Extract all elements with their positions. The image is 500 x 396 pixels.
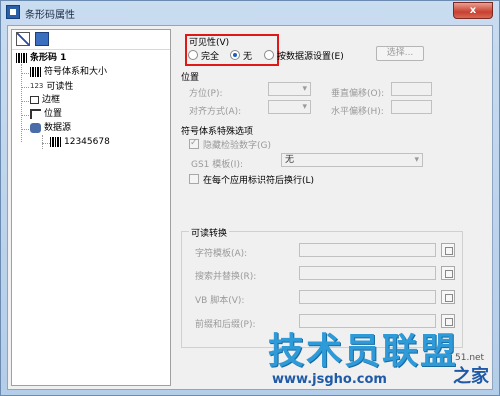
- radio-by-source[interactable]: [264, 50, 274, 60]
- watermark-url: www.jsgho.com: [272, 372, 387, 387]
- search-replace-input[interactable]: [299, 266, 436, 280]
- tree-connector: [21, 115, 29, 116]
- tree-connector: [42, 143, 50, 144]
- visibility-heading: 可见性(V): [189, 38, 230, 48]
- watermark-cn: 之家: [453, 366, 489, 387]
- gs1-template-value: 无: [285, 155, 295, 165]
- radio-none-label: 无: [243, 52, 253, 62]
- vb-script-label: VB 脚本(V):: [195, 296, 245, 306]
- prefix-suffix-label: 前缀和后缀(P):: [195, 320, 256, 330]
- h-offset-label: 水平偏移(H):: [331, 107, 384, 117]
- position-icon: [30, 108, 41, 119]
- title-bar: 条形码属性 x: [1, 1, 499, 23]
- database-icon: [30, 122, 41, 133]
- tree-item-label: 边框: [42, 95, 61, 105]
- newline-after-ai-label: 在每个应用标识符后换行(L): [203, 176, 315, 186]
- readable-heading: 可读转换: [189, 226, 230, 239]
- select-button[interactable]: 选择...: [376, 46, 424, 61]
- tree-item-barcode[interactable]: 条形码 1: [16, 52, 66, 65]
- h-offset-input[interactable]: [391, 100, 432, 114]
- tree-connector: [21, 73, 29, 74]
- alignment-dropdown[interactable]: [268, 100, 311, 114]
- tree-item-border[interactable]: 边框: [30, 94, 60, 107]
- tree-item-datasource[interactable]: 数据源: [30, 122, 71, 135]
- barcode-icon: [50, 136, 61, 147]
- newline-after-ai-checkbox[interactable]: [189, 174, 199, 184]
- char-template-edit-icon[interactable]: [441, 243, 455, 257]
- tree-connector: [21, 64, 22, 142]
- watermark-logo: 技术员联盟: [268, 331, 459, 372]
- digits-icon: 123: [30, 82, 44, 90]
- border-icon: [30, 95, 39, 104]
- tree-item-label: 数据源: [44, 123, 72, 133]
- gs1-template-dropdown[interactable]: 无: [281, 153, 423, 167]
- tree-toolbar: [12, 30, 170, 50]
- tree-item-value[interactable]: 12345678: [50, 136, 110, 149]
- tree-connector: [21, 101, 29, 102]
- barcode-icon: [16, 52, 27, 63]
- tree-item-label: 12345678: [64, 137, 110, 147]
- close-button[interactable]: x: [453, 2, 493, 19]
- char-template-label: 字符模板(A):: [195, 249, 248, 259]
- vb-script-input[interactable]: [299, 290, 436, 304]
- tree-item-symbology[interactable]: 符号体系和大小: [30, 66, 107, 79]
- tree-item-position[interactable]: 位置: [30, 108, 62, 121]
- char-template-input[interactable]: [299, 243, 436, 257]
- tree-connector: [21, 87, 29, 88]
- tree-connector: [42, 135, 43, 149]
- vb-script-edit-icon[interactable]: [441, 290, 455, 304]
- radio-full-label: 完全: [201, 52, 220, 62]
- tree-item-label: 可读性: [46, 82, 74, 92]
- barcode-app-icon: [6, 5, 20, 19]
- expand-icon[interactable]: [16, 32, 30, 46]
- search-replace-label: 搜索并替换(R):: [195, 272, 257, 282]
- barcode-icon: [30, 66, 41, 77]
- gs1-template-label: GS1 模板(I):: [191, 160, 243, 170]
- tree-connector: [21, 129, 29, 130]
- tree-item-label: 符号体系和大小: [44, 67, 108, 77]
- special-heading: 符号体系特殊选项: [181, 127, 254, 137]
- orientation-dropdown[interactable]: [268, 82, 311, 96]
- radio-by-source-label: 按数据源设置(E): [277, 52, 344, 62]
- hide-check-digit-label: 隐藏检验数字(G): [203, 141, 271, 151]
- layers-icon[interactable]: [34, 32, 49, 46]
- tree-item-label: 位置: [44, 109, 63, 119]
- radio-none[interactable]: [230, 50, 240, 60]
- hide-check-digit-checkbox[interactable]: [189, 138, 199, 149]
- tree-item-readability[interactable]: 123 可读性: [30, 80, 73, 93]
- alignment-label: 对齐方式(A):: [189, 107, 242, 117]
- window-title: 条形码属性: [25, 10, 75, 21]
- property-tree: 条形码 1 符号体系和大小 123 可读性 边框 位置 数据源 12345678: [11, 29, 171, 386]
- v-offset-input[interactable]: [391, 82, 432, 96]
- radio-full[interactable]: [188, 50, 198, 60]
- search-replace-edit-icon[interactable]: [441, 266, 455, 280]
- tree-item-label: 条形码 1: [30, 53, 67, 63]
- orientation-label: 方位(P):: [189, 89, 223, 99]
- v-offset-label: 垂直偏移(O):: [331, 89, 385, 99]
- position-heading: 位置: [181, 73, 200, 83]
